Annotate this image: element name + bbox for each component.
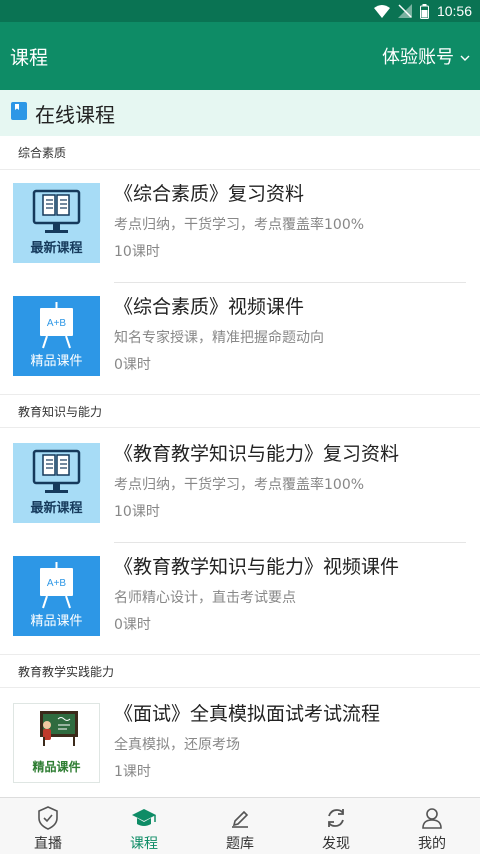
nav-label: 直播 — [34, 836, 62, 852]
bottom-nav: 直播 课程 题库 发现 我的 — [0, 797, 480, 854]
thumbnail-label: 最新课程 — [30, 501, 83, 516]
course-thumbnail: A+B 精品课件 — [13, 296, 100, 376]
course-hours: 0课时 — [114, 357, 151, 373]
refresh-icon — [325, 806, 347, 830]
category-header: 教育知识与能力 — [0, 394, 480, 428]
course-item[interactable]: A+B 精品课件 《教育教学知识与能力》视频课件 名师精心设计，直击考试要点 0… — [0, 543, 480, 656]
status-bar: 10:56 — [0, 0, 480, 22]
nav-label: 课程 — [130, 836, 158, 852]
course-description: 名师精心设计，直击考试要点 — [114, 590, 296, 606]
account-label: 体验账号 — [382, 47, 454, 68]
course-item[interactable]: A+B 精品课件 《综合素质》视频课件 知名专家授课，精准把握命题动向 0课时 — [0, 283, 480, 396]
board-text: A+B — [47, 318, 67, 329]
battery-icon — [419, 3, 429, 19]
course-item[interactable]: 精品课件 《面试》全真模拟面试考试流程 全真模拟，还原考场 1课时 — [0, 690, 480, 803]
course-thumbnail: 精品课件 — [13, 703, 100, 783]
course-hours: 0课时 — [114, 617, 151, 633]
thumbnail-label: 最新课程 — [30, 241, 83, 256]
nav-label: 题库 — [226, 836, 254, 852]
course-title: 《教育教学知识与能力》复习资料 — [114, 443, 400, 465]
course-item[interactable]: 最新课程 《综合素质》复习资料 考点归纳，干货学习，考点覆盖率100% 10课时 — [0, 170, 480, 283]
course-description: 全真模拟，还原考场 — [114, 737, 240, 753]
nav-label: 发现 — [322, 836, 350, 852]
nav-item-courses[interactable]: 课程 — [96, 798, 192, 854]
course-hours: 1课时 — [114, 764, 151, 780]
nav-item-live[interactable]: 直播 — [0, 798, 96, 854]
nav-label: 我的 — [418, 836, 446, 852]
course-thumbnail: 最新课程 — [13, 183, 100, 263]
thumbnail-label: 精品课件 — [32, 760, 81, 774]
section-title: 在线课程 — [35, 102, 115, 127]
page-title: 课程 — [10, 46, 49, 69]
course-item[interactable]: 最新课程 《教育教学知识与能力》复习资料 考点归纳，干货学习，考点覆盖率100%… — [0, 430, 480, 543]
app-bar: 课程 体验账号 — [0, 22, 480, 90]
thumbnail-label: 精品课件 — [30, 614, 83, 629]
bookmark-icon — [11, 102, 27, 124]
course-title: 《面试》全真模拟面试考试流程 — [114, 703, 381, 725]
status-time: 10:56 — [436, 3, 472, 19]
course-hours: 10课时 — [114, 244, 160, 260]
course-thumbnail: 最新课程 — [13, 443, 100, 523]
course-description: 考点归纳，干货学习，考点覆盖率100% — [114, 477, 365, 493]
nav-item-profile[interactable]: 我的 — [384, 798, 480, 854]
graduation-cap-icon — [131, 806, 157, 830]
course-title: 《综合素质》复习资料 — [114, 183, 305, 205]
category-header: 教育教学实践能力 — [0, 654, 480, 688]
person-icon — [421, 806, 443, 830]
section-header: 在线课程 — [0, 90, 480, 136]
course-title: 《综合素质》视频课件 — [114, 296, 305, 318]
course-thumbnail: A+B 精品课件 — [13, 556, 100, 636]
course-description: 考点归纳，干货学习，考点覆盖率100% — [114, 217, 365, 233]
board-text: A+B — [47, 578, 67, 589]
shield-check-icon — [37, 806, 59, 830]
course-title: 《教育教学知识与能力》视频课件 — [114, 556, 400, 578]
course-hours: 10课时 — [114, 504, 160, 520]
category-header: 综合素质 — [0, 136, 480, 170]
account-switcher[interactable]: 体验账号 — [382, 43, 470, 69]
thumbnail-label: 精品课件 — [30, 354, 83, 369]
chevron-down-icon — [460, 46, 470, 67]
course-description: 知名专家授课，精准把握命题动向 — [114, 330, 324, 346]
pencil-icon — [229, 806, 251, 830]
nav-item-discover[interactable]: 发现 — [288, 798, 384, 854]
wifi-icon — [373, 4, 390, 18]
signal-icon — [397, 4, 412, 18]
nav-item-question-bank[interactable]: 题库 — [192, 798, 288, 854]
